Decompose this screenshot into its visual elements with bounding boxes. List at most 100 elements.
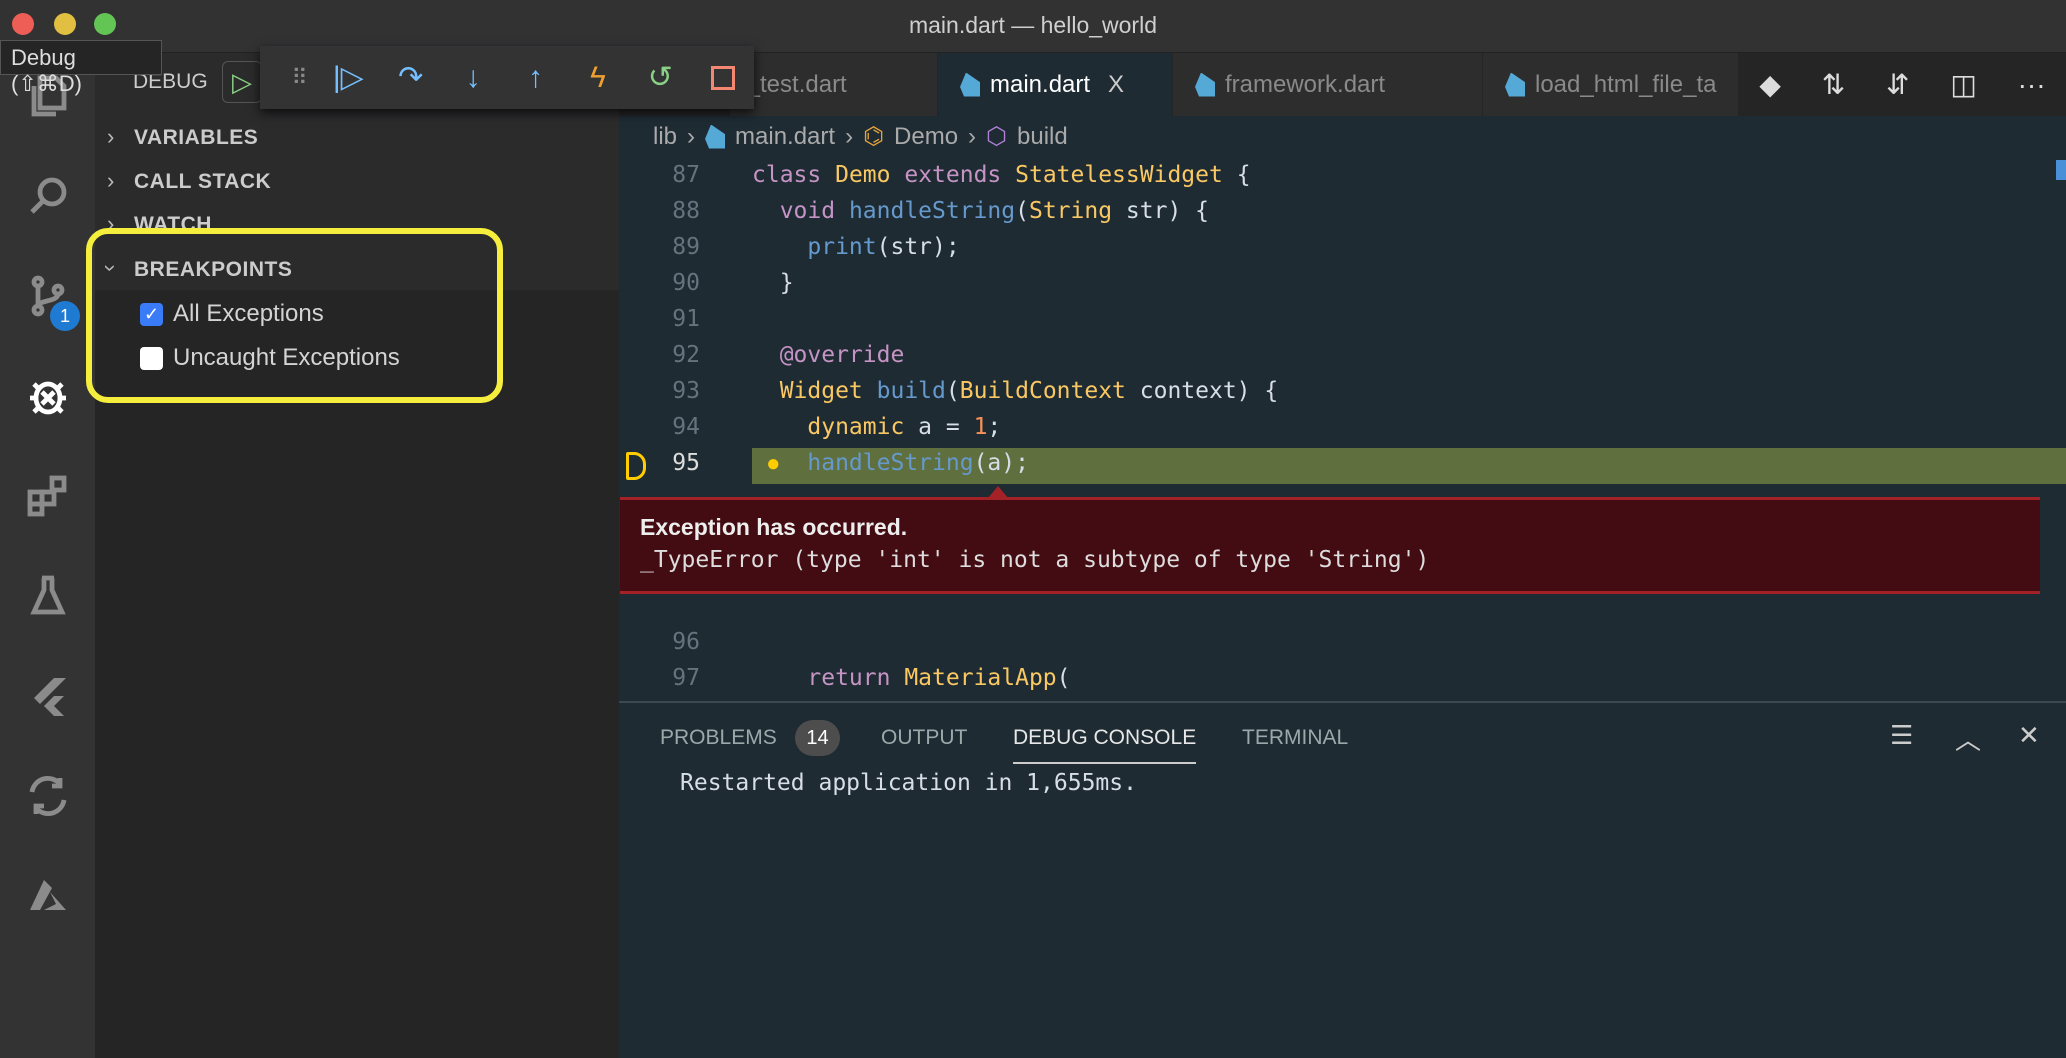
- code-token: {: [1236, 162, 1251, 188]
- exception-message: _TypeError (type 'int' is not a subtype …: [640, 547, 1430, 573]
- scrollbar-marker[interactable]: [2056, 160, 2066, 180]
- line-number: 87: [672, 162, 700, 188]
- panel-tab-debug-console[interactable]: DEBUG CONSOLE: [1013, 726, 1197, 764]
- window-title: main.dart — hello_world: [908, 12, 1157, 38]
- azure-icon[interactable]: [0, 861, 95, 931]
- chevron-right-icon: ›: [845, 122, 854, 150]
- flutter-icon[interactable]: [0, 661, 95, 731]
- close-panel-icon[interactable]: ✕: [2018, 720, 2040, 751]
- code-token: (: [1056, 665, 1071, 691]
- source-control-icon[interactable]: 1: [0, 261, 95, 331]
- line-number: 90: [672, 270, 700, 296]
- clear-console-icon[interactable]: ☰: [1890, 720, 1913, 751]
- code-token: MaterialApp: [904, 665, 1057, 691]
- debug-icon[interactable]: [0, 361, 95, 431]
- restart-button[interactable]: ↺: [629, 53, 691, 103]
- start-debugging-button[interactable]: ▷: [222, 61, 262, 103]
- git-icon[interactable]: ◆: [1759, 68, 1781, 101]
- code-token: Demo: [835, 162, 905, 188]
- code-token: }: [752, 270, 794, 296]
- code-line: dynamic a = 1;: [752, 414, 1001, 440]
- code-token: dynamic: [752, 414, 919, 440]
- chevron-right-icon: ›: [107, 168, 115, 193]
- code-line: return MaterialApp(: [752, 665, 1071, 691]
- line-number: 97: [672, 665, 700, 691]
- section-variables[interactable]: VARIABLES: [134, 126, 258, 150]
- code-token: (str);: [876, 234, 960, 260]
- close-tab-icon[interactable]: X: [1108, 71, 1124, 99]
- breadcrumb-file[interactable]: main.dart: [735, 123, 835, 151]
- breadcrumb: lib › main.dart › ⌬ Demo › ⬡ build: [653, 122, 1068, 151]
- stop-button[interactable]: [692, 53, 754, 103]
- drag-handle-icon[interactable]: ⠿: [282, 53, 317, 103]
- breadcrumb-method[interactable]: build: [1017, 123, 1068, 151]
- panel-tab-problems[interactable]: PROBLEMS: [660, 726, 777, 750]
- line-number: 96: [672, 629, 700, 655]
- open-changes-icon[interactable]: ⇵: [1886, 68, 1909, 101]
- tab-test-dart[interactable]: t_test.dart: [730, 53, 938, 116]
- code-token: Widget: [752, 378, 877, 404]
- code-line: }: [752, 270, 794, 296]
- code-line: handleString(a);: [752, 450, 1029, 476]
- extensions-icon[interactable]: [0, 461, 95, 531]
- breadcrumb-lib[interactable]: lib: [653, 123, 677, 151]
- more-actions-icon[interactable]: ···: [2018, 69, 2046, 101]
- code-token: handleString: [848, 198, 1016, 224]
- line-number: 88: [672, 198, 700, 224]
- chevron-right-icon: ›: [968, 122, 977, 150]
- code-token: class: [752, 162, 836, 188]
- code-token: str) {: [1125, 198, 1209, 224]
- bottom-panel: [619, 701, 2066, 1058]
- code-line: print(str);: [752, 234, 960, 260]
- maximize-panel-icon[interactable]: ︿: [1955, 720, 1981, 757]
- code-line: class Demo extends StatelessWidget {: [752, 162, 1251, 188]
- code-token: 1: [973, 414, 988, 440]
- chevron-right-icon: ›: [107, 124, 115, 149]
- code-token: (: [1015, 198, 1029, 224]
- line-number: 92: [672, 342, 700, 368]
- breadcrumb-class[interactable]: Demo: [894, 123, 958, 151]
- panel-tab-terminal[interactable]: TERMINAL: [1242, 726, 1348, 750]
- class-icon: ⌬: [863, 123, 885, 150]
- line-number: 91: [672, 306, 700, 332]
- hot-reload-button[interactable]: ϟ: [567, 53, 629, 103]
- code-token: context) {: [1139, 378, 1279, 404]
- editor-actions: ◆ ⇅ ⇵ ◫ ···: [1739, 53, 2066, 116]
- exception-title: Exception has occurred.: [640, 514, 908, 540]
- tab-framework-dart[interactable]: framework.dart: [1173, 53, 1483, 116]
- debug-tooltip: Debug (⇧⌘D): [0, 40, 162, 96]
- section-call-stack[interactable]: CALL STACK: [134, 170, 271, 194]
- line-number: 93: [672, 378, 700, 404]
- step-out-button[interactable]: ↑: [504, 53, 566, 103]
- code-token: (: [945, 378, 960, 404]
- code-token: a =: [918, 414, 974, 440]
- dart-file-icon: [705, 124, 726, 149]
- step-over-button[interactable]: ↷: [380, 53, 442, 103]
- highlight-annotation: [86, 228, 503, 403]
- code-token: StatelessWidget: [1015, 162, 1237, 188]
- tab-main-dart[interactable]: main.dart X: [938, 53, 1173, 116]
- dart-file-icon: [960, 72, 980, 97]
- exception-widget: Exception has occurred. _TypeError (type…: [620, 497, 2040, 594]
- chevron-right-icon: ›: [687, 122, 696, 150]
- tab-label: main.dart: [990, 70, 1091, 98]
- code-line: Widget build(BuildContext context) {: [752, 378, 1279, 404]
- activity-bar: 1: [0, 53, 95, 1058]
- search-icon[interactable]: [0, 161, 95, 231]
- testing-icon[interactable]: [0, 561, 95, 631]
- panel-tab-output[interactable]: OUTPUT: [881, 726, 967, 750]
- step-into-button[interactable]: ↓: [442, 53, 504, 103]
- code-token: BuildContext: [959, 378, 1140, 404]
- line-number: 94: [672, 414, 700, 440]
- section-watch[interactable]: WATCH: [134, 213, 212, 229]
- diff-icon[interactable]: [0, 761, 95, 831]
- split-editor-icon[interactable]: ◫: [1950, 68, 1976, 101]
- code-token: print: [752, 234, 877, 260]
- code-token: @override: [752, 342, 905, 368]
- tab-load-html[interactable]: load_html_file_ta: [1483, 53, 1739, 116]
- dart-file-icon: [1195, 72, 1215, 97]
- code-line: void handleString(String str) {: [752, 198, 1209, 224]
- line-number: 89: [672, 234, 700, 260]
- continue-button[interactable]: |▷: [317, 53, 379, 103]
- compare-changes-icon[interactable]: ⇅: [1822, 68, 1845, 101]
